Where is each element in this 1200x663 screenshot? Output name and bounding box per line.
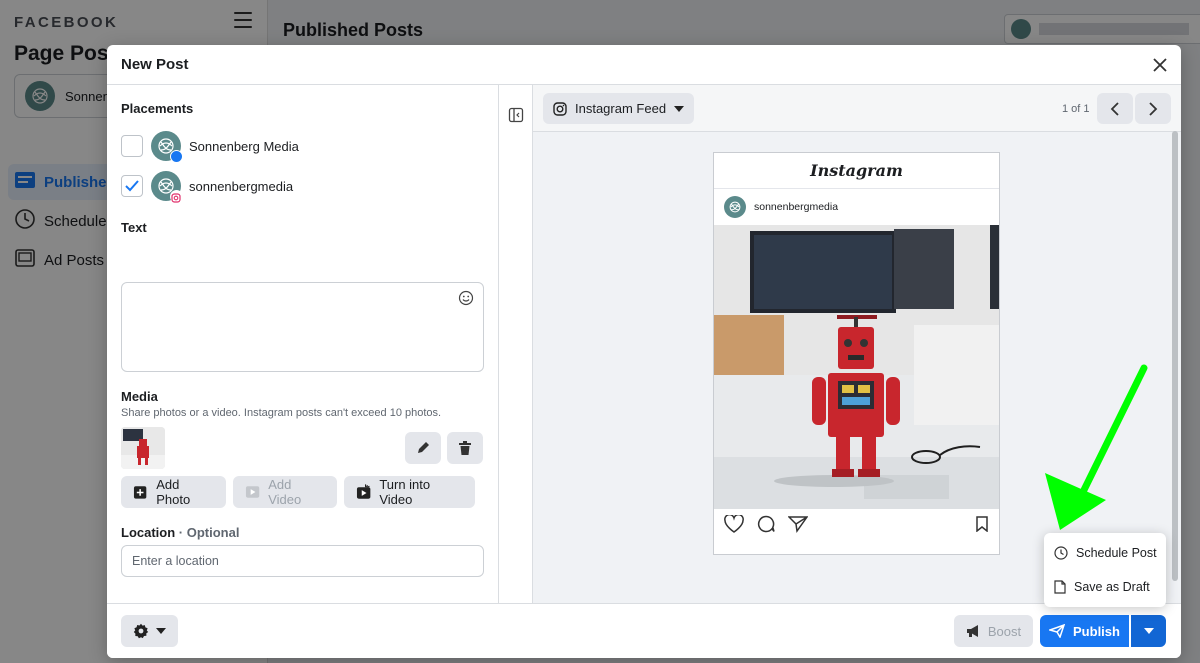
share-icon xyxy=(788,516,808,533)
delete-media-button[interactable] xyxy=(447,432,483,464)
gear-icon xyxy=(133,623,149,639)
placement-instagram[interactable]: sonnenbergmedia xyxy=(121,171,294,203)
add-photo-icon xyxy=(133,486,147,499)
save-as-draft-label: Save as Draft xyxy=(1074,580,1150,594)
document-icon xyxy=(1054,580,1066,594)
feed-select[interactable]: Instagram Feed xyxy=(543,93,694,124)
pencil-icon xyxy=(418,442,429,453)
slideshow-icon xyxy=(356,484,371,499)
media-label: Media xyxy=(121,389,158,404)
avatar xyxy=(724,196,746,218)
publish-options-button[interactable] xyxy=(1131,615,1166,647)
instagram-preview-card: Instagram sonnenbergmedia xyxy=(713,152,1000,555)
post-editor: Placements Sonnenberg Media sonnenbergme… xyxy=(107,85,499,603)
avatar xyxy=(151,131,183,163)
modal-header: New Post xyxy=(107,45,1181,85)
boost-button: Boost xyxy=(954,615,1033,647)
post-text-input[interactable] xyxy=(121,282,484,372)
caret-down-icon xyxy=(156,628,166,634)
caret-down-icon xyxy=(674,105,685,112)
check-icon xyxy=(125,180,139,192)
chevron-right-icon xyxy=(1149,101,1158,116)
preview-user-row: sonnenbergmedia xyxy=(714,189,999,225)
add-photo-label: Add Photo xyxy=(156,477,191,507)
chevron-left-icon xyxy=(1110,101,1119,116)
megaphone-icon xyxy=(966,625,978,637)
modal-footer: Boost Publish xyxy=(107,603,1181,658)
media-help-text: Share photos or a video. Instagram posts… xyxy=(121,407,442,419)
new-post-modal: New Post Placements Sonnenberg Media son… xyxy=(107,45,1181,658)
post-preview: Instagram Feed 1 of 1 Instagram sonnenbe… xyxy=(533,85,1181,603)
video-icon xyxy=(245,486,260,498)
add-video-button: Add Video xyxy=(233,476,337,508)
instagram-checkbox[interactable] xyxy=(121,175,143,197)
previous-button[interactable] xyxy=(1097,93,1133,124)
avatar xyxy=(151,171,183,203)
trash-icon xyxy=(459,441,471,455)
settings-button[interactable] xyxy=(121,615,178,647)
page-count: 1 of 1 xyxy=(1062,103,1090,115)
schedule-post-option[interactable]: Schedule Post xyxy=(1044,536,1166,570)
publish-label: Publish xyxy=(1073,623,1120,639)
emoji-icon[interactable] xyxy=(458,290,474,306)
instagram-logo: Instagram xyxy=(714,153,999,189)
preview-scrollbar[interactable] xyxy=(1172,131,1178,581)
placement-facebook[interactable]: Sonnenberg Media xyxy=(121,131,299,163)
edit-media-button[interactable] xyxy=(405,432,441,464)
sidebar-toggle-icon[interactable] xyxy=(508,107,524,123)
clock-icon xyxy=(1054,546,1068,560)
turn-into-video-button[interactable]: Turn into Video xyxy=(344,476,475,508)
media-thumbnail[interactable] xyxy=(121,427,165,469)
preview-toolbar: Instagram Feed 1 of 1 xyxy=(533,85,1181,132)
location-label-text: Location xyxy=(121,525,176,540)
add-video-label: Add Video xyxy=(268,477,302,507)
text-label: Text xyxy=(121,220,147,235)
facebook-checkbox[interactable] xyxy=(121,135,143,157)
collapse-column xyxy=(499,85,533,603)
boost-label: Boost xyxy=(987,623,1022,639)
add-photo-button[interactable]: Add Photo xyxy=(121,476,226,508)
comment-icon xyxy=(757,515,775,533)
location-label: Location · Optional xyxy=(121,525,239,540)
instagram-icon xyxy=(553,101,567,116)
instagram-icon xyxy=(170,190,183,203)
turn-into-video-label: Turn into Video xyxy=(379,477,431,507)
placement-name: sonnenbergmedia xyxy=(189,178,294,194)
close-icon[interactable] xyxy=(1149,54,1171,76)
location-optional-text: · Optional xyxy=(175,525,240,540)
preview-actions-row xyxy=(714,509,999,539)
placement-name: Sonnenberg Media xyxy=(189,138,299,154)
next-button[interactable] xyxy=(1135,93,1171,124)
preview-photo xyxy=(714,225,999,509)
save-as-draft-option[interactable]: Save as Draft xyxy=(1044,570,1166,604)
feed-select-label: Instagram Feed xyxy=(575,101,667,116)
send-icon xyxy=(1049,624,1066,638)
schedule-post-label: Schedule Post xyxy=(1076,546,1157,560)
publish-options-menu: Schedule Post Save as Draft xyxy=(1044,533,1166,607)
bookmark-icon xyxy=(976,516,988,532)
publish-button[interactable]: Publish xyxy=(1040,615,1129,647)
modal-title: New Post xyxy=(121,56,189,73)
placements-label: Placements xyxy=(121,101,194,116)
facebook-icon xyxy=(170,150,183,163)
caret-down-icon xyxy=(1143,628,1154,634)
location-input[interactable]: Enter a location xyxy=(121,545,484,577)
preview-username: sonnenbergmedia xyxy=(754,201,839,213)
heart-icon xyxy=(724,515,744,533)
